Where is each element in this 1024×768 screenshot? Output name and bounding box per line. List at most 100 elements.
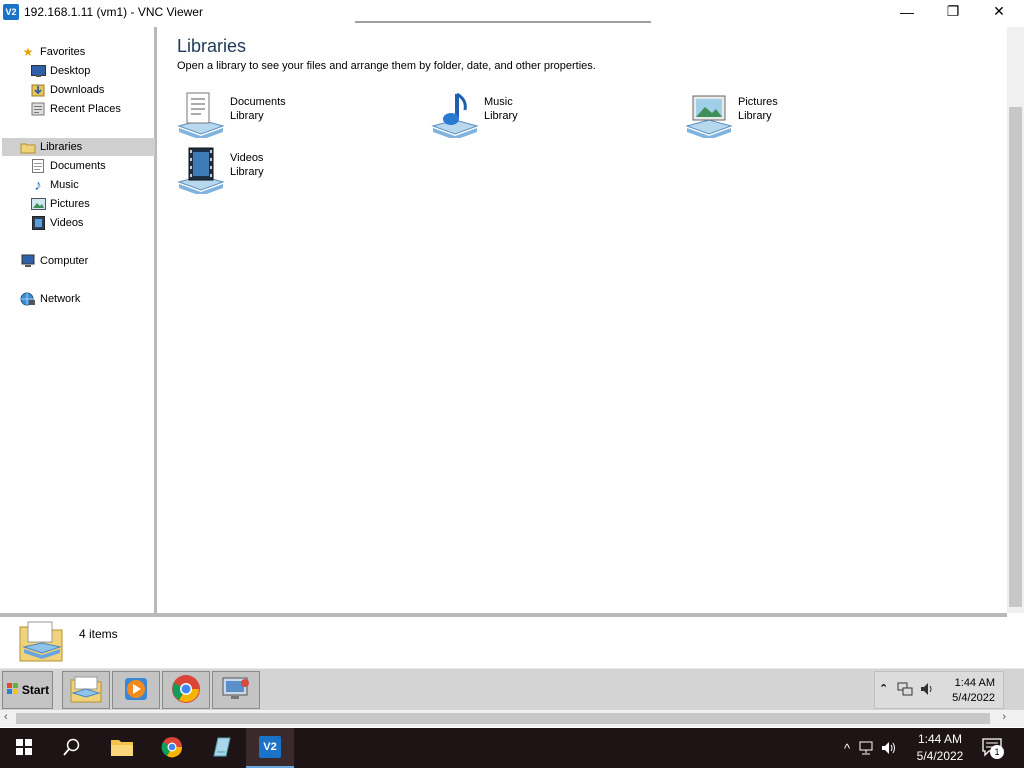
taskbar-media-player-button[interactable]	[112, 671, 160, 709]
network-icon	[20, 292, 36, 306]
start-button[interactable]: Start	[2, 671, 53, 709]
nav-label: Videos	[50, 217, 84, 229]
nav-item-documents[interactable]: Documents	[30, 157, 106, 175]
library-name: Pictures	[738, 96, 778, 108]
host-time: 1:44 AM	[917, 732, 963, 746]
volume-tray-icon[interactable]	[919, 681, 935, 700]
libraries-folder-icon	[18, 619, 64, 666]
libraries-icon	[20, 140, 36, 154]
notification-center-button[interactable]: 1	[982, 738, 1004, 761]
library-type: Library	[484, 110, 518, 122]
nav-item-videos[interactable]: Videos	[30, 214, 83, 232]
media-player-icon	[122, 675, 150, 706]
library-music[interactable]: Music Library	[431, 90, 671, 142]
horizontal-scrollbar-thumb[interactable]	[16, 713, 990, 724]
vertical-scrollbar-thumb[interactable]	[1009, 107, 1022, 607]
horizontal-scrollbar[interactable]: ‹ ›	[0, 710, 1024, 727]
music-icon: ♪	[34, 176, 42, 194]
nav-favorites[interactable]: ★ Favorites	[20, 43, 86, 61]
nav-item-recent-places[interactable]: Recent Places	[30, 100, 121, 118]
vnc-viewer-icon: V2	[259, 736, 281, 758]
vnc-logo-icon: V2	[3, 3, 19, 20]
remote-system-tray: ⌃ 1:44 AM 5/4/2022	[874, 671, 1004, 709]
scroll-left-icon[interactable]: ‹	[4, 711, 8, 723]
library-type: Library	[230, 166, 264, 178]
nav-item-downloads[interactable]: Downloads	[30, 81, 104, 99]
nav-label: Desktop	[50, 65, 91, 77]
library-name: Videos	[230, 152, 264, 164]
remote-date: 5/4/2022	[952, 692, 995, 704]
host-system-tray: ^	[838, 728, 900, 768]
search-icon	[63, 738, 81, 759]
nav-network[interactable]: Network	[20, 290, 80, 308]
show-hidden-icons-icon[interactable]: ^	[838, 741, 856, 756]
remote-desktop: ★ Favorites Desktop Downloads Recent Pla…	[0, 23, 1024, 727]
host-app-button[interactable]	[197, 728, 245, 768]
nav-label: Favorites	[40, 46, 86, 58]
documents-library-icon	[177, 90, 225, 140]
network-tray-icon[interactable]	[897, 681, 913, 700]
nav-label: Network	[40, 293, 81, 305]
downloads-icon	[30, 83, 46, 97]
desktop-icon	[30, 64, 46, 78]
windows-flag-icon	[6, 682, 20, 699]
nav-label: Downloads	[50, 84, 105, 96]
library-documents[interactable]: Documents Library	[177, 90, 417, 142]
nav-item-desktop[interactable]: Desktop	[30, 62, 90, 80]
nav-label: Computer	[40, 255, 89, 267]
host-date: 5/4/2022	[916, 749, 964, 763]
close-button[interactable]: ✕	[976, 0, 1022, 23]
taskbar-explorer-button[interactable]	[62, 671, 110, 709]
videos-library-icon	[177, 146, 225, 196]
remote-desktop-icon	[220, 675, 252, 706]
library-pictures[interactable]: Pictures Library	[685, 90, 925, 142]
pictures-library-icon	[685, 90, 733, 140]
star-icon: ★	[22, 45, 34, 59]
host-taskbar: V2 ^ 1:44 AM 5/4/2022 1	[0, 728, 1024, 768]
nav-label: Music	[50, 179, 79, 191]
nav-libraries[interactable]: Libraries	[2, 138, 155, 156]
vertical-scrollbar[interactable]	[1007, 27, 1024, 613]
maximize-button[interactable]: ❐	[930, 0, 976, 23]
computer-icon	[20, 254, 36, 268]
notification-count-badge: 1	[990, 745, 1004, 759]
remote-clock[interactable]: 1:44 AM 5/4/2022	[952, 676, 995, 706]
nav-computer[interactable]: Computer	[20, 252, 88, 270]
library-name: Documents	[230, 96, 286, 108]
chrome-icon	[161, 736, 183, 761]
details-pane: 4 items	[0, 613, 1007, 668]
nav-label: Pictures	[50, 198, 90, 210]
taskbar-remote-app-button[interactable]	[212, 671, 260, 709]
library-name: Music	[484, 96, 513, 108]
navigation-pane: ★ Favorites Desktop Downloads Recent Pla…	[0, 27, 157, 613]
library-type: Library	[230, 110, 264, 122]
volume-icon[interactable]	[878, 741, 900, 755]
music-library-icon	[431, 90, 479, 140]
host-search-button[interactable]	[48, 728, 96, 768]
host-start-button[interactable]	[0, 728, 48, 768]
explorer-icon	[69, 675, 103, 706]
nav-item-music[interactable]: ♪ Music	[30, 176, 79, 194]
start-label: Start	[21, 683, 50, 697]
remote-time: 1:44 AM	[954, 677, 995, 689]
minimize-button[interactable]: —	[884, 0, 930, 23]
host-chrome-button[interactable]	[148, 728, 196, 768]
documents-icon	[30, 159, 46, 173]
network-icon[interactable]	[856, 741, 878, 755]
pictures-icon	[30, 197, 46, 211]
nav-label: Recent Places	[50, 103, 121, 115]
page-title: Libraries	[177, 36, 247, 56]
nav-item-pictures[interactable]: Pictures	[30, 195, 90, 213]
notepad-app-icon	[210, 736, 232, 761]
page-subtitle: Open a library to see your files and arr…	[177, 60, 596, 72]
library-videos[interactable]: Videos Library	[177, 146, 417, 198]
taskbar-chrome-button[interactable]	[162, 671, 210, 709]
videos-icon	[30, 216, 46, 230]
tray-expand-icon[interactable]: ⌃	[879, 682, 888, 695]
host-vnc-viewer-button[interactable]: V2	[246, 728, 294, 768]
remote-taskbar: Start ⌃ 1:44 AM 5/4/2022	[0, 668, 1024, 710]
host-clock[interactable]: 1:44 AM 5/4/2022	[905, 731, 975, 765]
folder-icon	[110, 737, 134, 760]
scroll-right-icon[interactable]: ›	[1002, 711, 1006, 723]
host-file-explorer-button[interactable]	[98, 728, 146, 768]
